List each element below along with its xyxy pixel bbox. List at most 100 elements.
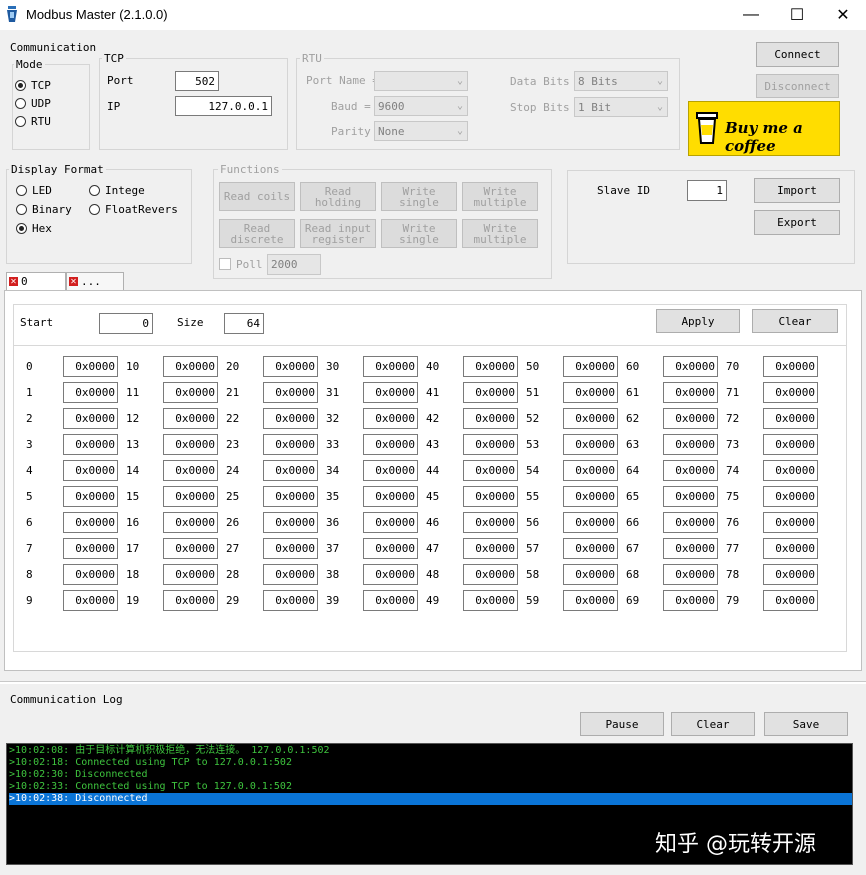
minimize-button[interactable]: — (728, 0, 774, 30)
register-value-input[interactable]: 0x0000 (363, 538, 418, 559)
register-value-input[interactable]: 0x0000 (763, 434, 818, 455)
write-single-button[interactable]: Write single (381, 182, 457, 211)
register-value-input[interactable]: 0x0000 (63, 538, 118, 559)
register-value-input[interactable]: 0x0000 (163, 460, 218, 481)
register-value-input[interactable]: 0x0000 (463, 408, 518, 429)
start-input[interactable]: 0 (99, 313, 153, 334)
register-value-input[interactable]: 0x0000 (763, 564, 818, 585)
register-value-input[interactable]: 0x0000 (363, 590, 418, 611)
register-value-input[interactable]: 0x0000 (563, 382, 618, 403)
slave-id-input[interactable]: 1 (687, 180, 727, 201)
register-value-input[interactable]: 0x0000 (163, 382, 218, 403)
register-value-input[interactable]: 0x0000 (563, 564, 618, 585)
export-button[interactable]: Export (754, 210, 840, 235)
format-float-reverse-radio[interactable]: FloatRevers (89, 203, 178, 216)
register-value-input[interactable]: 0x0000 (563, 460, 618, 481)
read-coils-button[interactable]: Read coils (219, 182, 295, 211)
close-tab-icon[interactable]: ✕ (9, 277, 18, 286)
poll-interval-input[interactable]: 2000 (267, 254, 321, 275)
register-value-input[interactable]: 0x0000 (563, 538, 618, 559)
ip-input[interactable]: 127.0.0.1 (175, 96, 272, 116)
register-value-input[interactable]: 0x0000 (63, 460, 118, 481)
register-value-input[interactable]: 0x0000 (363, 408, 418, 429)
register-value-input[interactable]: 0x0000 (563, 356, 618, 377)
register-value-input[interactable]: 0x0000 (663, 486, 718, 507)
register-value-input[interactable]: 0x0000 (163, 434, 218, 455)
register-value-input[interactable]: 0x0000 (163, 512, 218, 533)
register-value-input[interactable]: 0x0000 (463, 434, 518, 455)
write-single-coil-button[interactable]: Write single (381, 219, 457, 248)
register-value-input[interactable]: 0x0000 (763, 382, 818, 403)
register-value-input[interactable]: 0x0000 (363, 486, 418, 507)
register-value-input[interactable]: 0x0000 (663, 460, 718, 481)
clear-registers-button[interactable]: Clear (752, 309, 838, 333)
register-value-input[interactable]: 0x0000 (263, 408, 318, 429)
mode-udp-radio[interactable]: UDP (15, 97, 51, 110)
register-value-input[interactable]: 0x0000 (763, 460, 818, 481)
port-input[interactable]: 502 (175, 71, 219, 91)
disconnect-button[interactable]: Disconnect (756, 74, 839, 98)
import-button[interactable]: Import (754, 178, 840, 203)
register-value-input[interactable]: 0x0000 (563, 434, 618, 455)
register-value-input[interactable]: 0x0000 (763, 408, 818, 429)
close-tab-icon[interactable]: ✕ (69, 277, 78, 286)
format-integer-radio[interactable]: Intege (89, 184, 145, 197)
register-value-input[interactable]: 0x0000 (763, 512, 818, 533)
register-value-input[interactable]: 0x0000 (63, 512, 118, 533)
register-value-input[interactable]: 0x0000 (663, 538, 718, 559)
register-value-input[interactable]: 0x0000 (763, 590, 818, 611)
register-value-input[interactable]: 0x0000 (463, 538, 518, 559)
register-value-input[interactable]: 0x0000 (263, 564, 318, 585)
read-input-register-button[interactable]: Read input register (300, 219, 376, 248)
register-value-input[interactable]: 0x0000 (263, 538, 318, 559)
register-value-input[interactable]: 0x0000 (63, 382, 118, 403)
register-value-input[interactable]: 0x0000 (263, 382, 318, 403)
baud-select[interactable]: 9600 ⌄ (374, 96, 468, 116)
maximize-button[interactable]: ☐ (774, 0, 820, 30)
apply-button[interactable]: Apply (656, 309, 740, 333)
register-value-input[interactable]: 0x0000 (163, 408, 218, 429)
register-value-input[interactable]: 0x0000 (63, 434, 118, 455)
register-value-input[interactable]: 0x0000 (463, 486, 518, 507)
register-value-input[interactable]: 0x0000 (263, 356, 318, 377)
register-value-input[interactable]: 0x0000 (63, 486, 118, 507)
data-bits-select[interactable]: 8 Bits ⌄ (574, 71, 668, 91)
register-value-input[interactable]: 0x0000 (163, 538, 218, 559)
register-value-input[interactable]: 0x0000 (263, 460, 318, 481)
format-hex-radio[interactable]: Hex (16, 222, 52, 235)
size-input[interactable]: 64 (224, 313, 264, 334)
register-value-input[interactable]: 0x0000 (263, 486, 318, 507)
register-value-input[interactable]: 0x0000 (763, 356, 818, 377)
title-bar[interactable]: Modbus Master (2.1.0.0) — ☐ ✕ (0, 0, 866, 30)
save-log-button[interactable]: Save (764, 712, 848, 736)
pause-button[interactable]: Pause (580, 712, 664, 736)
register-value-input[interactable]: 0x0000 (563, 486, 618, 507)
register-value-input[interactable]: 0x0000 (363, 382, 418, 403)
buy-me-a-coffee-button[interactable]: Buy me a coffee (688, 101, 840, 156)
register-value-input[interactable]: 0x0000 (563, 590, 618, 611)
mode-tcp-radio[interactable]: TCP (15, 79, 51, 92)
register-value-input[interactable]: 0x0000 (763, 486, 818, 507)
parity-select[interactable]: None ⌄ (374, 121, 468, 141)
tab-more[interactable]: ✕... (66, 272, 124, 290)
register-value-input[interactable]: 0x0000 (663, 564, 718, 585)
register-value-input[interactable]: 0x0000 (463, 382, 518, 403)
read-holding-button[interactable]: Read holding (300, 182, 376, 211)
register-value-input[interactable]: 0x0000 (563, 512, 618, 533)
register-value-input[interactable]: 0x0000 (563, 408, 618, 429)
stop-bits-select[interactable]: 1 Bit ⌄ (574, 97, 668, 117)
read-discrete-button[interactable]: Read discrete (219, 219, 295, 248)
write-multiple-coils-button[interactable]: Write multiple (462, 219, 538, 248)
register-value-input[interactable]: 0x0000 (163, 486, 218, 507)
register-value-input[interactable]: 0x0000 (163, 564, 218, 585)
register-value-input[interactable]: 0x0000 (363, 460, 418, 481)
register-value-input[interactable]: 0x0000 (263, 590, 318, 611)
register-value-input[interactable]: 0x0000 (263, 434, 318, 455)
register-value-input[interactable]: 0x0000 (63, 356, 118, 377)
register-value-input[interactable]: 0x0000 (663, 382, 718, 403)
register-value-input[interactable]: 0x0000 (663, 356, 718, 377)
register-value-input[interactable]: 0x0000 (663, 590, 718, 611)
port-name-select[interactable]: ⌄ (374, 71, 468, 91)
poll-checkbox[interactable] (219, 258, 231, 270)
register-value-input[interactable]: 0x0000 (763, 538, 818, 559)
